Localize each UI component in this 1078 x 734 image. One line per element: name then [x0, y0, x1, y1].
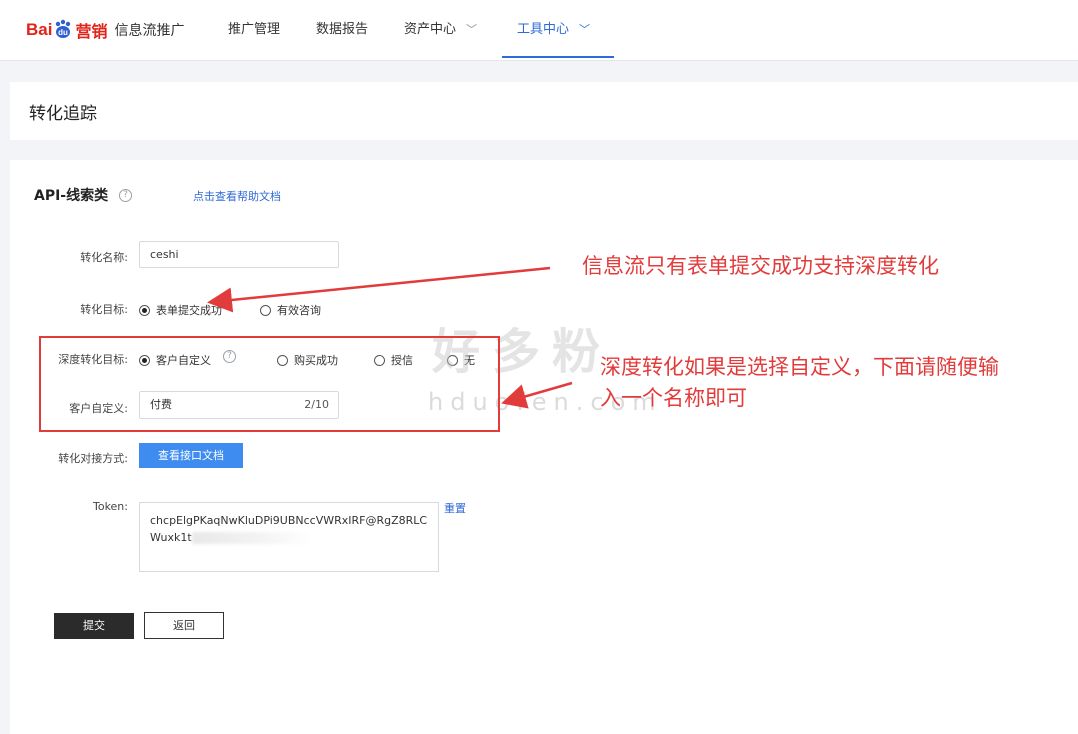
annotation-arrow	[501, 381, 573, 409]
annotation-note-2-line-2: 入一个名称即可	[600, 386, 747, 410]
annotation-note-2-line-1: 深度转化如果是选择自定义，下面请随便输	[600, 355, 999, 379]
annotation-arrow	[207, 266, 551, 313]
annotation-note-1: 信息流只有表单提交成功支持深度转化	[582, 254, 939, 278]
